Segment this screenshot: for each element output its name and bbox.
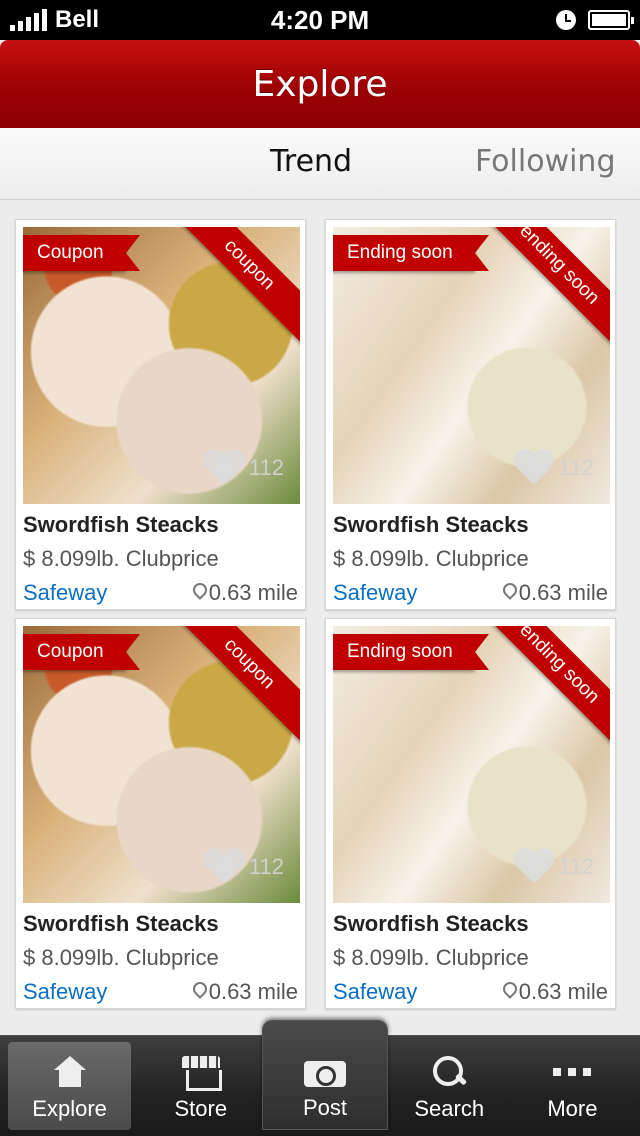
distance-value: 0.63 mile [518, 979, 608, 1004]
distance-value: 0.63 mile [208, 580, 298, 605]
location-pin-icon [503, 982, 517, 1002]
alarm-clock-icon [556, 10, 576, 30]
tab-more[interactable]: More [511, 1042, 634, 1130]
battery-icon [588, 10, 634, 30]
deal-footer: Safeway 0.63 mile [333, 580, 608, 606]
deal-card[interactable]: Coupon coupon 112 Swordfish Steacks $ 8.… [15, 618, 306, 1009]
deal-footer: Safeway 0.63 mile [23, 580, 298, 606]
ending-soon-badge: Ending soon [333, 235, 489, 271]
heart-icon [203, 849, 243, 885]
deal-title: Swordfish Steacks [333, 512, 529, 537]
tab-more-label: More [547, 1096, 598, 1121]
status-left: Bell [10, 6, 99, 34]
deal-image[interactable]: Ending soon ending soon 112 [333, 626, 610, 903]
location-pin-icon [193, 583, 207, 603]
like-button[interactable]: 112 [203, 450, 284, 486]
coupon-badge: Coupon [23, 634, 140, 670]
deal-price: $ 8.099lb. Clubprice [23, 546, 219, 571]
corner-ribbon: ending soon [479, 626, 610, 744]
deal-card[interactable]: Ending soon ending soon 112 Swordfish St… [325, 219, 616, 610]
location-pin-icon [193, 982, 207, 1002]
deal-title: Swordfish Steacks [23, 911, 219, 936]
page-title: Explore [252, 63, 388, 105]
tab-post-label: Post [302, 1095, 348, 1120]
status-bar: Bell 4:20 PM [0, 0, 640, 40]
tab-search-label: Search [414, 1096, 485, 1121]
home-icon [52, 1056, 88, 1088]
segment-tabs: Trend Following [0, 128, 640, 200]
tab-post[interactable]: Post [262, 1020, 388, 1130]
like-count: 112 [248, 854, 284, 879]
deal-card[interactable]: Coupon coupon 112 Swordfish Steacks $ 8.… [15, 219, 306, 610]
like-count: 112 [558, 854, 594, 879]
deal-card[interactable]: Ending soon ending soon 112 Swordfish St… [325, 618, 616, 1009]
heart-icon [513, 849, 553, 885]
tab-search[interactable]: Search [388, 1042, 511, 1130]
camera-icon [304, 1055, 346, 1087]
store-link[interactable]: Safeway [333, 979, 417, 1005]
coupon-badge: Coupon [23, 235, 140, 271]
deal-image[interactable]: Ending soon ending soon 112 [333, 227, 610, 504]
deal-image[interactable]: Coupon coupon 112 [23, 227, 300, 504]
more-icon [553, 1056, 592, 1088]
store-icon [181, 1056, 222, 1091]
ending-soon-badge: Ending soon [333, 634, 489, 670]
corner-ribbon: ending soon [479, 227, 610, 345]
corner-ribbon: coupon [169, 227, 300, 345]
tab-trend[interactable]: Trend [270, 144, 352, 179]
like-count: 112 [248, 455, 284, 480]
distance: 0.63 mile [193, 979, 298, 1005]
navigation-header: Explore [0, 40, 640, 128]
like-button[interactable]: 112 [203, 849, 284, 885]
tab-store-label: Store [174, 1096, 228, 1121]
tab-following[interactable]: Following [475, 144, 616, 179]
status-right [556, 10, 634, 30]
store-link[interactable]: Safeway [23, 580, 107, 606]
like-button[interactable]: 112 [513, 450, 594, 486]
deal-image[interactable]: Coupon coupon 112 [23, 626, 300, 903]
distance-value: 0.63 mile [208, 979, 298, 1004]
tab-explore[interactable]: Explore [8, 1042, 132, 1130]
signal-icon [10, 9, 47, 31]
deal-footer: Safeway 0.63 mile [23, 979, 298, 1005]
store-link[interactable]: Safeway [333, 580, 417, 606]
distance: 0.63 mile [503, 580, 608, 606]
like-count: 112 [558, 455, 594, 480]
distance: 0.63 mile [193, 580, 298, 606]
like-button[interactable]: 112 [513, 849, 594, 885]
deal-price: $ 8.099lb. Clubprice [333, 945, 529, 970]
deal-price: $ 8.099lb. Clubprice [333, 546, 529, 571]
carrier-label: Bell [55, 6, 100, 33]
distance-value: 0.63 mile [518, 580, 608, 605]
tab-store[interactable]: Store [139, 1042, 262, 1130]
deal-title: Swordfish Steacks [333, 911, 529, 936]
bottom-tab-bar: Explore Store Post Search More [0, 1020, 640, 1136]
tab-explore-label: Explore [32, 1096, 107, 1121]
distance: 0.63 mile [503, 979, 608, 1005]
store-link[interactable]: Safeway [23, 979, 107, 1005]
deals-grid: Coupon coupon 112 Swordfish Steacks $ 8.… [15, 219, 616, 1009]
corner-ribbon: coupon [169, 626, 300, 744]
heart-icon [203, 450, 243, 486]
location-pin-icon [503, 583, 517, 603]
search-icon [431, 1054, 467, 1088]
deal-title: Swordfish Steacks [23, 512, 219, 537]
deal-footer: Safeway 0.63 mile [333, 979, 608, 1005]
deal-price: $ 8.099lb. Clubprice [23, 945, 219, 970]
heart-icon [513, 450, 553, 486]
